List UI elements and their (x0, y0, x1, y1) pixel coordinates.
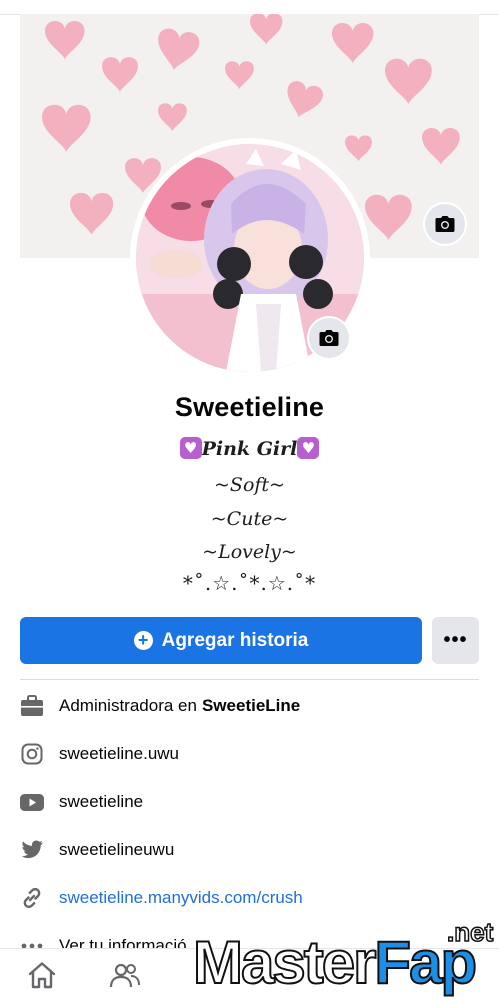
edit-cover-camera-button[interactable] (425, 204, 465, 244)
detail-website-link[interactable]: sweetieline.manyvids.com/crush (59, 888, 303, 908)
detail-instagram-text: sweetieline.uwu (59, 744, 180, 763)
detail-twitter[interactable]: sweetielineuwu (20, 836, 480, 864)
detail-work[interactable]: Administradora en SweetieLine (20, 692, 480, 720)
detail-work-prefix: Administradora en (59, 696, 197, 715)
purple-heart-icon: ♥ (297, 437, 320, 459)
bio-line-1-text: Pink Girl (201, 438, 298, 460)
detail-youtube[interactable]: sweetieline (20, 788, 480, 816)
plus-circle-icon: + (133, 631, 153, 650)
camera-icon (319, 330, 339, 346)
bio-line-3: ~Cute~ (210, 508, 289, 530)
home-icon (28, 962, 56, 989)
bio-line-2: ~Soft~ (214, 474, 285, 496)
bio-line-5: *˚.☆.˚*.☆.˚* (182, 571, 317, 595)
camera-icon (435, 216, 455, 232)
bio-line-1: ♥ Pink Girl ♥ (0, 437, 499, 461)
instagram-icon (20, 742, 44, 766)
detail-youtube-text: sweetieline (59, 792, 144, 811)
detail-instagram[interactable]: sweetieline.uwu (20, 740, 480, 768)
more-options-button[interactable]: ••• (432, 617, 479, 664)
profile-name: Sweetieline (174, 392, 325, 422)
detail-work-place: SweetieLine (201, 696, 301, 715)
bio-line-4: ~Lovely~ (202, 541, 297, 563)
watermark-net: .net (446, 916, 494, 948)
youtube-icon (20, 790, 44, 814)
edit-profile-picture-camera-button[interactable] (309, 318, 349, 358)
detail-twitter-text: sweetielineuwu (59, 840, 175, 859)
nav-friends-button[interactable] (109, 959, 141, 991)
purple-heart-icon: ♥ (179, 437, 202, 459)
briefcase-icon (20, 694, 44, 718)
watermark: MasterFap .net (192, 916, 499, 1000)
nav-home-button[interactable] (26, 959, 58, 991)
link-icon (20, 886, 44, 910)
friends-icon (109, 963, 140, 988)
divider (20, 679, 479, 680)
add-story-button[interactable]: + Agregar historia (20, 617, 422, 664)
status-strip (0, 0, 499, 15)
twitter-icon (20, 838, 44, 862)
add-story-label: Agregar historia (161, 629, 309, 651)
watermark-master: Master (192, 928, 377, 997)
detail-website[interactable]: sweetieline.manyvids.com/crush (20, 884, 480, 912)
